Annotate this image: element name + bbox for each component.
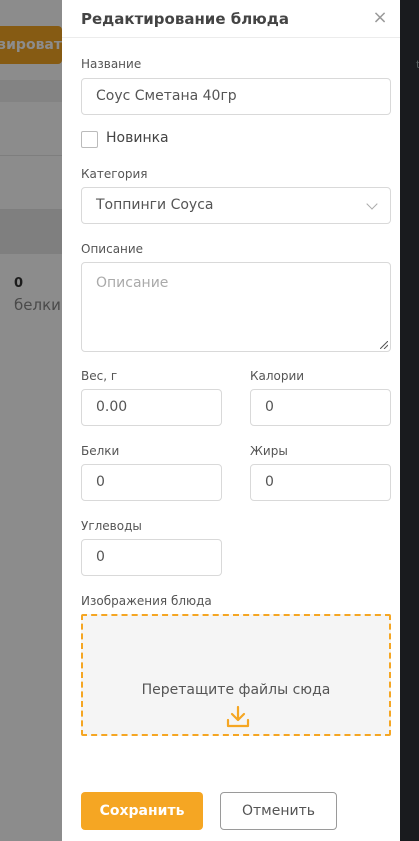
modal-header: Редактирование блюда × — [62, 0, 400, 38]
images-label: Изображения блюда — [81, 594, 212, 608]
novelty-label[interactable]: Новинка — [106, 130, 169, 146]
weight-input[interactable]: 0.00 — [81, 389, 222, 426]
dropzone-text: Перетащите файлы сюда — [141, 682, 331, 698]
edit-dish-modal: Редактирование блюда × Название Соус Сме… — [62, 0, 400, 841]
calories-input[interactable]: 0 — [250, 389, 391, 426]
description-label: Описание — [81, 242, 144, 256]
category-select[interactable]: Топпинги Соуса — [81, 187, 391, 224]
name-label: Название — [81, 57, 142, 71]
modal-title: Редактирование блюда — [81, 10, 289, 28]
carbs-input[interactable]: 0 — [81, 539, 222, 576]
calories-label: Калории — [250, 369, 305, 383]
save-button[interactable]: Сохранить — [81, 792, 203, 830]
carbs-label: Углеводы — [81, 519, 142, 533]
fats-input[interactable]: 0 — [250, 464, 391, 501]
proteins-label: Белки — [81, 444, 120, 458]
category-label: Категория — [81, 167, 148, 181]
close-icon[interactable]: × — [370, 8, 390, 28]
category-selected-value: Топпинги Соуса — [96, 197, 214, 213]
cancel-button[interactable]: Отменить — [220, 792, 337, 830]
description-textarea[interactable]: Описание — [81, 262, 391, 352]
image-dropzone[interactable]: Перетащите файлы сюда — [81, 614, 391, 736]
novelty-checkbox[interactable] — [81, 131, 98, 148]
chevron-down-icon — [366, 198, 378, 210]
resize-grip-icon[interactable] — [380, 341, 388, 349]
weight-label: Вес, г — [81, 369, 118, 383]
proteins-input[interactable]: 0 — [81, 464, 222, 501]
download-icon — [226, 705, 250, 728]
description-placeholder: Описание — [96, 275, 169, 291]
name-input[interactable]: Соус Сметана 40гр — [81, 78, 391, 115]
fats-label: Жиры — [250, 444, 288, 458]
